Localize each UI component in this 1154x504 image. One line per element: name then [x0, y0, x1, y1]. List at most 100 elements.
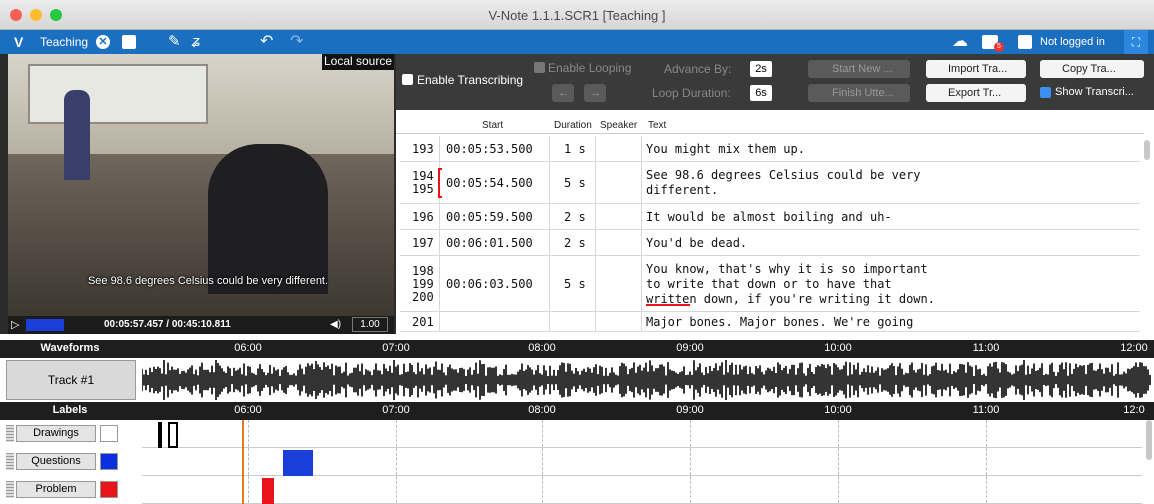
row-duration[interactable]: 5 s	[564, 176, 586, 191]
waveform-time-tick: 06:00	[234, 342, 262, 354]
advance-by-label: Advance By:	[664, 62, 732, 76]
redo-icon[interactable]: ↷	[290, 30, 303, 54]
label-name-button[interactable]: Problem	[16, 481, 96, 498]
drag-handle-icon[interactable]	[6, 481, 14, 498]
row-duration[interactable]: 2 s	[564, 210, 586, 225]
label-name-button[interactable]: Questions	[16, 453, 96, 470]
transcript-row[interactable]: 196 00:05:59.500 2 s It would be almost boi…	[400, 204, 1140, 230]
timeline-scrollbar[interactable]	[1146, 420, 1152, 460]
row-id: 194 195	[412, 169, 434, 196]
row-duration[interactable]: 5 s	[564, 277, 586, 292]
copy-transcript-button[interactable]: Copy Tra...	[1040, 60, 1144, 78]
label-mark[interactable]	[158, 422, 162, 448]
login-status[interactable]: Not logged in	[1040, 30, 1105, 54]
signature-icon[interactable]: ʑ	[192, 30, 200, 54]
merge-bracket	[438, 168, 442, 198]
grid-line	[838, 476, 839, 503]
grid-line	[838, 420, 839, 447]
row-text[interactable]: You know, that's why it is so important …	[646, 262, 935, 307]
transcription-controls: Enable Transcribing Enable Looping ← → A…	[396, 54, 1154, 110]
label-color-swatch[interactable]	[100, 425, 118, 442]
grid-line	[248, 420, 249, 447]
waveform-time-tick: 09:00	[676, 342, 704, 354]
loop-prev-button[interactable]: ←	[552, 84, 574, 102]
export-transcript-button[interactable]: Export Tr...	[926, 84, 1026, 102]
labels-time-tick: 08:00	[528, 404, 556, 416]
play-icon[interactable]: ▷	[11, 318, 19, 331]
enable-transcribing-label: Enable Transcribing	[417, 73, 524, 87]
transcript-table: Start Duration Speaker Text 193 00:05:53.…	[396, 110, 1154, 334]
row-text[interactable]: See 98.6 degrees Celsius could be very d…	[646, 168, 921, 198]
row-text[interactable]: You might mix them up.	[646, 142, 805, 157]
row-start[interactable]: 00:06:01.500	[446, 236, 533, 251]
enable-transcribing-checkbox[interactable]	[402, 74, 413, 85]
video-controls: ▷ 00:05:57.457 / 00:45:10.811 ◀) 1.00	[8, 316, 394, 334]
playback-speed[interactable]: 1.00	[352, 317, 388, 332]
finish-utterance-button[interactable]: Finish Utte...	[808, 84, 910, 102]
start-new-button[interactable]: Start New ...	[808, 60, 910, 78]
row-text[interactable]: You'd be dead.	[646, 236, 747, 251]
loop-duration-label: Loop Duration:	[652, 86, 731, 100]
col-speaker[interactable]: Speaker	[600, 120, 637, 131]
import-transcript-button[interactable]: Import Tra...	[926, 60, 1026, 78]
label-color-swatch[interactable]	[100, 481, 118, 498]
label-shortcut-key: Q	[123, 456, 131, 467]
transcript-scrollbar[interactable]	[1144, 140, 1150, 160]
playhead[interactable]	[242, 420, 244, 504]
row-id: 201	[412, 314, 434, 329]
row-text[interactable]: Major bones. Major bones. We're going	[646, 315, 913, 330]
drag-handle-icon[interactable]	[6, 425, 14, 442]
row-start[interactable]: 00:05:59.500	[446, 210, 533, 225]
grid-line	[542, 448, 543, 475]
user-icon[interactable]	[1018, 35, 1032, 49]
label-mark[interactable]	[283, 450, 313, 476]
save-icon[interactable]	[122, 35, 136, 49]
row-duration[interactable]: 2 s	[564, 236, 586, 251]
video-progress-bar[interactable]	[26, 319, 64, 331]
close-project-icon[interactable]: ✕	[96, 35, 110, 49]
waveforms-label: Waveforms	[40, 342, 100, 354]
label-mark[interactable]	[262, 478, 274, 504]
label-row: Questions Q	[0, 448, 1154, 476]
timeline-panel: Waveforms 06:00 07:00 08:00 09:00 10:00 11:00…	[0, 334, 1154, 504]
undo-icon[interactable]: ↶	[260, 30, 273, 54]
row-text[interactable]: It would be almost boiling and uh-	[646, 210, 892, 225]
project-name[interactable]: Teaching	[40, 30, 88, 54]
grid-line	[690, 420, 691, 447]
grid-line	[986, 476, 987, 503]
col-start[interactable]: Start	[482, 120, 503, 131]
label-name-button[interactable]: Drawings	[16, 425, 96, 442]
transcript-row[interactable]: 197 00:06:01.500 2 s You'd be dead.	[400, 230, 1140, 256]
transcript-row[interactable]: 193 00:05:53.500 1 s You might mix them up.	[400, 136, 1140, 162]
loop-next-button[interactable]: →	[584, 84, 606, 102]
row-duration[interactable]: 1 s	[564, 142, 586, 157]
col-duration[interactable]: Duration	[554, 120, 592, 131]
row-id: 193	[412, 141, 434, 156]
row-start[interactable]: 00:05:53.500	[446, 142, 533, 157]
row-start[interactable]: 00:06:03.500	[446, 277, 533, 292]
track-name-box[interactable]: Track #1	[6, 360, 136, 400]
cloud-upload-icon[interactable]: ☁	[952, 30, 968, 54]
fullscreen-icon[interactable]: ⛶	[1124, 30, 1148, 54]
grid-line	[248, 476, 249, 503]
label-color-swatch[interactable]	[100, 453, 118, 470]
transcript-row[interactable]: 198 199 200 00:06:03.500 5 s You know, that…	[400, 256, 1140, 312]
enable-looping-checkbox[interactable]	[534, 62, 545, 73]
labels-label: Labels	[52, 404, 88, 416]
labels-ruler: Labels 06:00 07:00 08:00 09:00 10:00 11:00 12:…	[0, 402, 1154, 420]
loop-duration-value[interactable]: 6s	[750, 85, 772, 101]
label-lane[interactable]	[142, 476, 1142, 504]
drag-handle-icon[interactable]	[6, 453, 14, 470]
pen-icon[interactable]: ✎	[168, 30, 181, 54]
waveform[interactable]	[142, 360, 1152, 400]
row-start[interactable]: 00:05:54.500	[446, 176, 533, 191]
label-lane[interactable]	[142, 420, 1142, 448]
volume-icon[interactable]: ◀)	[330, 319, 341, 330]
show-transcript-checkbox[interactable]	[1040, 87, 1051, 98]
col-text[interactable]: Text	[648, 120, 666, 131]
label-mark[interactable]	[168, 422, 178, 448]
transcript-row[interactable]: 201 Major bones. Major bones. We're going	[400, 312, 1140, 332]
video-player[interactable]: Local source See 98.6 degrees Celsius co…	[8, 54, 394, 316]
transcript-row[interactable]: 194 195 00:05:54.500 5 s See 98.6 degrees C…	[400, 162, 1140, 204]
advance-by-value[interactable]: 2s	[750, 61, 772, 77]
